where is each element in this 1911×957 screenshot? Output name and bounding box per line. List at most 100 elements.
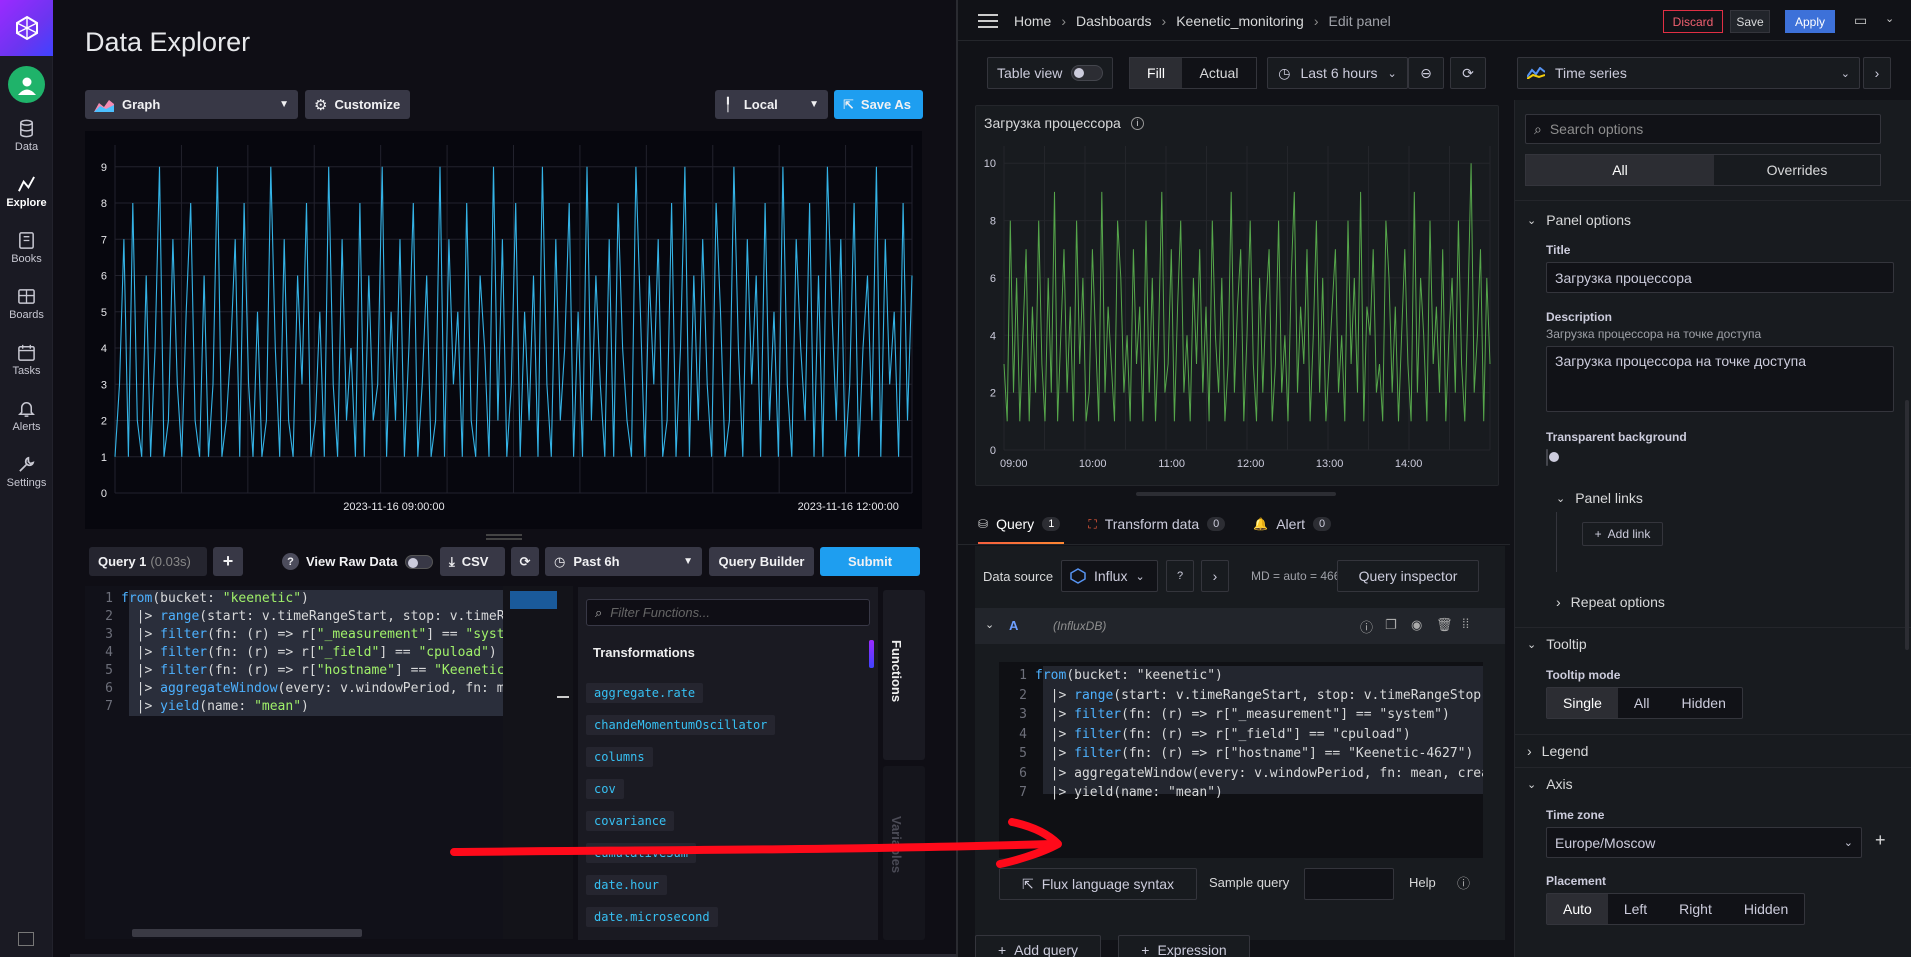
panel-options-section[interactable]: ⌄ Panel options — [1527, 212, 1631, 228]
nav-item-explore[interactable]: Explore — [0, 166, 53, 218]
add-query-tab-button[interactable]: + — [213, 547, 243, 576]
placement-auto[interactable]: Auto — [1547, 894, 1608, 924]
datasource-help-button[interactable]: ? — [1166, 560, 1194, 592]
collapse-query-icon[interactable]: ⌄ — [985, 618, 994, 631]
zoom-out-button[interactable]: ⊖ — [1408, 57, 1444, 89]
all-options-tab[interactable]: All — [1526, 155, 1714, 185]
add-timezone-icon[interactable]: + — [1875, 830, 1886, 851]
function-item-columns[interactable]: columns — [586, 747, 653, 767]
nav-item-boards[interactable]: Boards — [0, 278, 53, 330]
grafana-code-line[interactable]: 6 |> aggregateWindow(every: v.windowPeri… — [999, 764, 1483, 784]
timezone-select[interactable]: Europe/Moscow ⌄ — [1546, 827, 1862, 858]
grafana-code-line[interactable]: 1 from(bucket: "keenetic") — [999, 666, 1483, 686]
save-as-button[interactable]: ⇱ Save As — [834, 90, 923, 119]
discard-button[interactable]: Discard — [1663, 10, 1723, 33]
repeat-options-section[interactable]: › Repeat options — [1556, 594, 1665, 610]
influx-code-line[interactable]: 7 |> yield(name: "mean") — [85, 698, 503, 716]
nav-item-settings[interactable]: Settings — [0, 446, 53, 498]
placement-hidden[interactable]: Hidden — [1728, 894, 1804, 924]
query-builder-button[interactable]: Query Builder — [709, 547, 814, 576]
add-link-button[interactable]: + Add link — [1582, 522, 1663, 546]
add-expression-button[interactable]: + Expression — [1118, 935, 1250, 957]
functions-scrollbar[interactable] — [869, 640, 874, 668]
panel-resize-handle[interactable] — [1136, 492, 1336, 496]
influx-code-line[interactable]: 4 |> filter(fn: (r) => r["_field"] == "c… — [85, 644, 503, 662]
user-avatar[interactable] — [8, 66, 45, 103]
grafana-flux-editor[interactable]: 1 from(bucket: "keenetic") 2 |> range(star… — [999, 662, 1483, 858]
view-raw-toggle[interactable]: ? View Raw Data — [282, 553, 433, 570]
function-item-cov[interactable]: cov — [586, 779, 624, 799]
collapse-options-button[interactable]: › — [1863, 57, 1891, 89]
refresh-button[interactable]: ⟳ — [1450, 57, 1486, 89]
placement-left[interactable]: Left — [1608, 894, 1663, 924]
tooltip-mode-hidden[interactable]: Hidden — [1665, 688, 1741, 718]
flux-syntax-button[interactable]: ⇱ Flux language syntax — [999, 868, 1197, 900]
horizontal-scrollbar[interactable] — [132, 929, 362, 937]
resize-handle[interactable] — [486, 534, 522, 540]
datasource-picker[interactable]: Influx ⌄ — [1061, 560, 1158, 592]
grafana-code-line[interactable]: 5 |> filter(fn: (r) => r["hostname"] == … — [999, 744, 1483, 764]
tab-alert[interactable]: 🔔 Alert 0 — [1253, 516, 1332, 532]
influx-code-line[interactable]: 6 |> aggregateWindow(every: v.windowPeri… — [85, 680, 503, 698]
grafana-code-line[interactable]: 4 |> filter(fn: (r) => r["_field"] == "c… — [999, 725, 1483, 745]
apply-button[interactable]: Apply — [1785, 10, 1835, 33]
time-range-picker[interactable]: ◷ Last 6 hours ⌄ — [1267, 57, 1408, 89]
transparent-switch[interactable] — [1546, 449, 1548, 466]
actual-option[interactable]: Actual — [1182, 58, 1256, 88]
tooltip-mode-single[interactable]: Single — [1547, 688, 1618, 718]
query-help-icon[interactable]: ⓘ — [1360, 617, 1373, 636]
function-item-chandemomentumoscillator[interactable]: chandeMomentumOscillator — [586, 715, 776, 735]
tab-query[interactable]: ⛁ Query 1 — [978, 516, 1061, 532]
nav-item-tasks[interactable]: Tasks — [0, 334, 53, 386]
function-item-date-microsecond[interactable]: date.microsecond — [586, 907, 718, 927]
visualization-picker[interactable]: Time series ⌄ — [1517, 57, 1860, 89]
legend-section[interactable]: › Legend — [1527, 743, 1588, 759]
breadcrumb-item[interactable]: Home — [1014, 13, 1051, 29]
graph-type-dropdown[interactable]: Graph ▼ — [85, 90, 298, 119]
collapse-sidebar-icon[interactable] — [18, 932, 34, 946]
function-item-aggregate-rate[interactable]: aggregate.rate — [586, 683, 704, 703]
influx-logo[interactable] — [0, 0, 53, 56]
tv-mode-icon[interactable]: ▭ — [1854, 12, 1867, 29]
chevron-down-icon[interactable]: ⌄ — [1885, 12, 1894, 25]
tooltip-mode-all[interactable]: All — [1618, 688, 1666, 718]
help-icon[interactable]: ⓘ — [1457, 873, 1470, 892]
add-query-button[interactable]: + Add query — [975, 935, 1101, 957]
filter-functions-input[interactable]: ⌕ Filter Functions... — [586, 599, 870, 626]
placement-right[interactable]: Right — [1663, 894, 1728, 924]
info-icon[interactable]: i — [1130, 116, 1144, 130]
overrides-tab[interactable]: Overrides — [1714, 155, 1880, 185]
breadcrumb-item[interactable]: Dashboards — [1076, 13, 1152, 29]
nav-item-data[interactable]: Data — [0, 110, 53, 162]
breadcrumb-item[interactable]: Keenetic_monitoring — [1176, 13, 1304, 29]
panel-links-section[interactable]: ⌄ Panel links — [1556, 490, 1643, 506]
influx-code-line[interactable]: 2 |> range(start: v.timeRangeStart, stop… — [85, 608, 503, 626]
timezone-dropdown[interactable]: ╿ Local ▼ — [715, 90, 828, 119]
duplicate-query-icon[interactable]: ❐ — [1385, 617, 1397, 633]
nav-item-books[interactable]: Books — [0, 222, 53, 274]
tab-transform-data[interactable]: ⛶ Transform data 0 — [1088, 516, 1226, 532]
submit-button[interactable]: Submit — [820, 547, 920, 576]
functions-vtab[interactable]: Functions — [883, 590, 925, 760]
function-item-date-hour[interactable]: date.hour — [586, 875, 668, 895]
query-tab[interactable]: Query 1 (0.03s) — [89, 547, 207, 576]
hamburger-menu-icon[interactable] — [978, 13, 998, 32]
query-options-toggle[interactable]: › — [1201, 560, 1229, 592]
grafana-code-line[interactable]: 2 |> range(start: v.timeRangeStart, stop… — [999, 686, 1483, 706]
tooltip-section[interactable]: ⌄ Tooltip — [1527, 636, 1587, 652]
search-options-input[interactable]: ⌕ Search options — [1525, 114, 1881, 144]
hide-query-icon[interactable]: ◉ — [1411, 617, 1422, 633]
influx-code-line[interactable]: 1 from(bucket: "keenetic") — [85, 590, 503, 608]
panel-description-input[interactable]: Загрузка процессора на точке доступа — [1546, 346, 1894, 412]
delete-query-icon[interactable]: 🗑 — [1436, 617, 1453, 633]
time-range-dropdown[interactable]: ◷ Past 6h ▼ — [545, 547, 702, 576]
sample-query-select[interactable] — [1304, 868, 1394, 900]
influx-code-line[interactable]: 3 |> filter(fn: (r) => r["_measurement"]… — [85, 626, 503, 644]
save-button[interactable]: Save — [1730, 10, 1770, 33]
panel-title-input[interactable]: Загрузка процессора — [1546, 262, 1894, 293]
nav-item-alerts[interactable]: Alerts — [0, 390, 53, 442]
grafana-code-line[interactable]: 3 |> filter(fn: (r) => r["_measurement"]… — [999, 705, 1483, 725]
fill-option[interactable]: Fill — [1130, 58, 1182, 88]
csv-button[interactable]: ⤓ CSV — [440, 547, 505, 576]
query-inspector-button[interactable]: Query inspector — [1337, 560, 1479, 592]
